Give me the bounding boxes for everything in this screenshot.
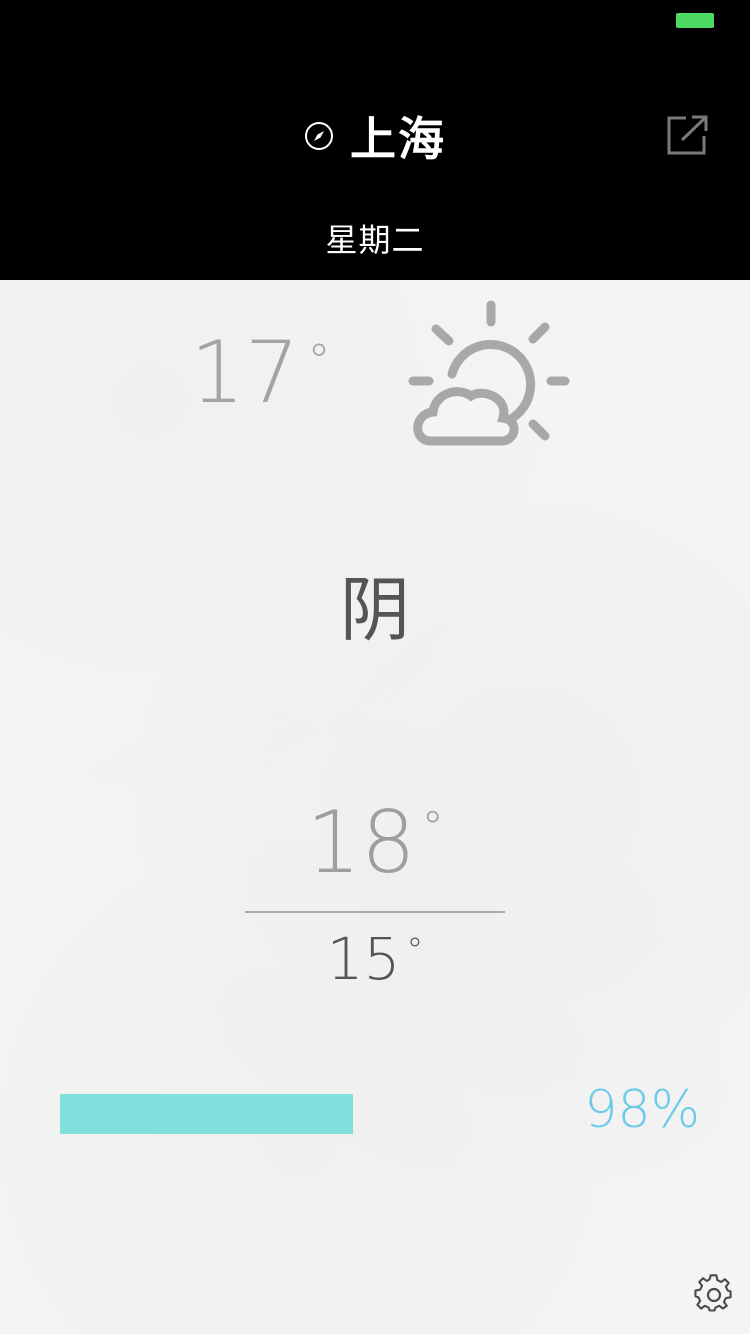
city-name: 上海 [350,112,446,166]
weather-screen: 上海 星期二 17 ° 阴 18 ° 15 ° 98% [0,0,750,1334]
low-temperature: 15 ° [0,930,750,988]
header-bar: 上海 星期二 [0,0,750,280]
high-temperature: 18 ° [0,800,750,886]
humidity-bar-fill [60,1094,353,1134]
degree-symbol: ° [307,334,331,388]
degree-symbol: ° [421,802,444,853]
share-external-icon[interactable] [666,114,710,156]
temperature-divider [245,911,505,913]
weather-condition: 阴 [340,569,410,651]
degree-symbol: ° [406,931,424,971]
weekday-label: 星期二 [325,221,425,259]
current-temperature: 17 ° [190,330,330,416]
partly-cloudy-sun-icon [408,300,570,446]
compass-icon [305,122,333,150]
humidity-bar [60,1094,640,1134]
humidity-value: 98% [584,1080,700,1140]
gear-icon[interactable] [694,1274,734,1314]
high-temperature-value: 18 [306,793,416,893]
city-selector[interactable]: 上海 [0,104,750,168]
battery-indicator [676,13,714,28]
current-temperature-value: 17 [190,323,300,423]
low-temperature-value: 15 [326,925,401,993]
